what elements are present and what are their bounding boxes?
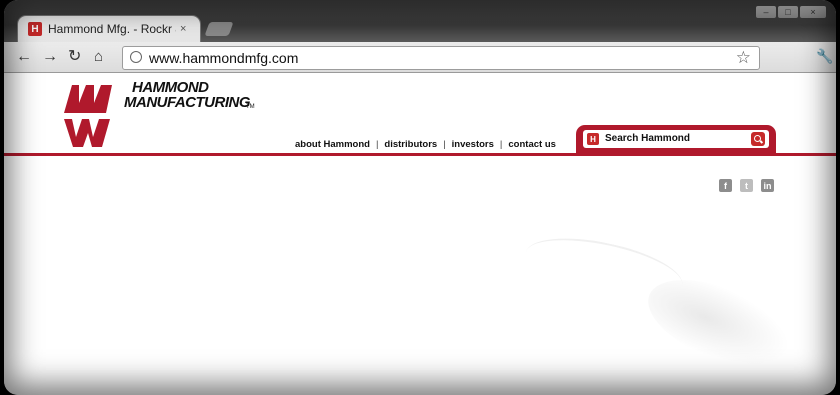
nav-separator: | — [443, 139, 446, 150]
web-page: HAMMOND MANUFACTURING TM about Hammond |… — [4, 73, 836, 395]
site-nav: about Hammond | distributors | investors… — [295, 139, 556, 150]
nav-separator: | — [375, 139, 379, 150]
search-placeholder: Search Hammond — [605, 133, 691, 144]
close-tab-icon[interactable]: × — [180, 23, 186, 35]
browser-toolbar: ← → ↻ ⌂ www.hammondmfg.com ☆ 🔧 — [4, 42, 836, 73]
trademark: TM — [246, 104, 255, 110]
address-bar[interactable]: www.hammondmfg.com ☆ — [122, 46, 760, 70]
back-button[interactable]: ← — [16, 48, 32, 66]
nav-separator: | — [499, 139, 503, 150]
forward-button[interactable]: → — [42, 48, 58, 66]
browser-window: H Hammond Mfg. - Rockr & × – □ × ← → ↻ ⌂… — [4, 0, 836, 395]
tab-title: Hammond Mfg. - Rockr & — [48, 22, 176, 36]
home-button[interactable]: ⌂ — [94, 48, 103, 66]
wrench-icon[interactable]: 🔧 — [816, 48, 833, 65]
browser-tab[interactable]: H Hammond Mfg. - Rockr & × — [18, 16, 200, 42]
twitter-icon[interactable]: t — [740, 179, 753, 192]
nav-contact-link[interactable]: contact us — [508, 139, 556, 150]
hammond-small-logo-icon: H — [587, 133, 599, 145]
nav-distributors-link[interactable]: distributors — [384, 139, 437, 150]
nav-investors-link[interactable]: investors — [452, 139, 494, 150]
globe-icon — [130, 51, 142, 63]
bookmark-star-icon[interactable]: ☆ — [736, 48, 751, 68]
search-input[interactable]: H Search Hammond — [583, 130, 769, 148]
minimize-button[interactable]: – — [756, 6, 776, 18]
brand-name-line2: MANUFACTURING — [124, 94, 251, 111]
title-bar: H Hammond Mfg. - Rockr & × – □ × — [4, 0, 836, 42]
facebook-icon[interactable]: f — [719, 179, 732, 192]
header-divider — [4, 153, 836, 156]
linkedin-icon[interactable]: in — [761, 179, 774, 192]
hammond-favicon-icon: H — [28, 22, 42, 36]
close-button[interactable]: × — [800, 6, 826, 18]
hammond-logo-icon[interactable] — [62, 79, 116, 149]
url-text: www.hammondmfg.com — [149, 50, 299, 66]
reload-button[interactable]: ↻ — [68, 48, 81, 66]
search-icon[interactable] — [751, 132, 765, 146]
new-tab-button[interactable] — [204, 22, 234, 36]
maximize-button[interactable]: □ — [778, 6, 798, 18]
nav-about-link[interactable]: about Hammond — [295, 139, 370, 150]
search-panel: H Search Hammond — [576, 125, 776, 156]
